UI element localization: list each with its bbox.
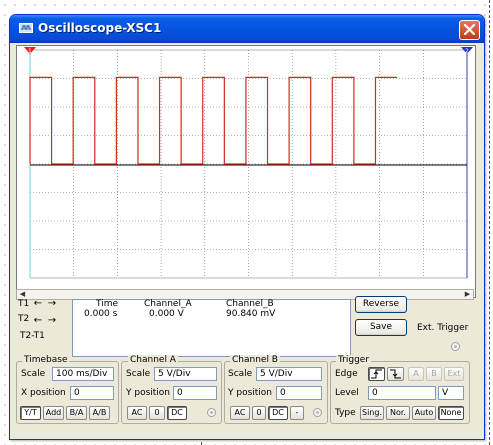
x-position-label: X position <box>21 388 66 398</box>
channel-b-connector[interactable] <box>313 408 322 417</box>
trigger-source-b-button[interactable]: B <box>426 367 442 381</box>
t1-time-value: 0.000 s <box>84 309 118 319</box>
falling-edge-icon <box>390 369 401 379</box>
normal-trigger-button[interactable]: Nor. <box>386 406 410 420</box>
trigger-level-unit[interactable]: V <box>438 386 464 400</box>
channel-a-title: Channel A <box>128 355 178 365</box>
t1-row-label: T1 <box>18 299 30 309</box>
t2-row-label: T2 <box>18 314 30 324</box>
close-icon <box>463 23 476 36</box>
type-label: Type <box>335 408 356 418</box>
ab-mode-button[interactable]: A/B <box>89 406 110 420</box>
x-position-field[interactable]: 0 <box>70 386 114 400</box>
t1-left-arrow-icon[interactable]: ← <box>32 298 44 310</box>
channel-a-scale-field[interactable]: 5 V/Div <box>154 367 217 381</box>
channel-a-ypos-field[interactable]: 0 <box>173 386 217 400</box>
close-button[interactable] <box>459 20 480 40</box>
scroll-right-icon[interactable]: ▶ <box>462 290 473 299</box>
channel-b-ypos-field[interactable]: 0 <box>276 386 322 400</box>
add-mode-button[interactable]: Add <box>43 406 64 420</box>
channel-b-ac-button[interactable]: AC <box>230 406 250 420</box>
oscilloscope-window: Oscilloscope-XSC1 1 2 ◀ ▶ T1 ← → T2 ← → … <box>9 14 485 440</box>
channel-b-ypos-label: Y position <box>228 388 273 398</box>
trigger-level-field[interactable]: 0 <box>368 386 436 400</box>
rising-edge-button[interactable] <box>368 367 385 381</box>
channel-a-ypos-label: Y position <box>126 388 171 398</box>
cursor-t2-label: 2 <box>465 48 469 55</box>
channel-b-dc-button[interactable]: DC <box>268 406 288 420</box>
single-trigger-button[interactable]: Sing. <box>360 406 384 420</box>
waveform-display: 1 2 <box>24 47 473 279</box>
channel-b-scale-label: Scale <box>228 369 253 379</box>
timebase-title: Timebase <box>22 355 70 365</box>
trigger-source-ext-button[interactable]: Ext <box>444 367 464 381</box>
t2-t1-label: T2-T1 <box>20 331 45 341</box>
t1-channel-b-value: 90.840 mV <box>226 309 276 319</box>
t2-left-arrow-icon[interactable]: ← <box>32 315 44 327</box>
channel-a-dc-button[interactable]: DC <box>167 406 187 420</box>
rising-edge-icon <box>371 369 382 379</box>
t1-channel-a-value: 0.000 V <box>149 309 184 319</box>
save-button[interactable]: Save <box>355 319 407 336</box>
schematic-dashed-line <box>489 0 490 445</box>
channel-a-header: Channel_A <box>144 299 192 309</box>
yt-mode-button[interactable]: Y/T <box>20 406 41 420</box>
time-header: Time <box>96 299 119 309</box>
ext-trigger-connector[interactable] <box>451 342 460 351</box>
none-trigger-button[interactable]: None <box>438 406 464 420</box>
falling-edge-button[interactable] <box>387 367 404 381</box>
channel-a-trace <box>29 76 398 165</box>
channel-a-zero-button[interactable]: 0 <box>149 406 165 420</box>
window-title: Oscilloscope-XSC1 <box>38 21 162 35</box>
t1-right-arrow-icon[interactable]: → <box>46 298 58 310</box>
auto-trigger-button[interactable]: Auto <box>412 406 436 420</box>
oscilloscope-icon <box>19 23 33 33</box>
channel-b-invert-button[interactable]: - <box>290 406 304 420</box>
channel-b-zero-button[interactable]: 0 <box>252 406 266 420</box>
channel-b-header: Channel_B <box>226 299 274 309</box>
reverse-button[interactable]: Reverse <box>355 296 407 313</box>
trigger-source-a-button[interactable]: A <box>408 367 424 381</box>
timebase-scale-field[interactable]: 100 ms/Div <box>52 367 114 381</box>
scroll-left-icon[interactable]: ◀ <box>17 290 28 299</box>
oscilloscope-screen[interactable]: 1 2 <box>16 45 476 298</box>
channel-a-scale-label: Scale <box>126 369 151 379</box>
channel-b-title: Channel B <box>230 355 280 365</box>
t2-right-arrow-icon[interactable]: → <box>46 315 58 327</box>
timebase-scale-label: Scale <box>21 369 46 379</box>
channel-a-ac-button[interactable]: AC <box>127 406 147 420</box>
ext-trigger-label: Ext. Trigger <box>417 323 469 333</box>
edge-label: Edge <box>335 369 358 379</box>
level-label: Level <box>335 388 359 398</box>
title-bar[interactable]: Oscilloscope-XSC1 <box>10 15 484 43</box>
cursor-t1-label: 1 <box>28 48 32 55</box>
trigger-title: Trigger <box>336 355 372 365</box>
channel-a-connector[interactable] <box>207 408 216 417</box>
channel-b-scale-field[interactable]: 5 V/Div <box>256 367 322 381</box>
ba-mode-button[interactable]: B/A <box>66 406 87 420</box>
cursor-readout-panel: Time Channel_A Channel_B 0.000 s 0.000 V… <box>72 299 351 357</box>
